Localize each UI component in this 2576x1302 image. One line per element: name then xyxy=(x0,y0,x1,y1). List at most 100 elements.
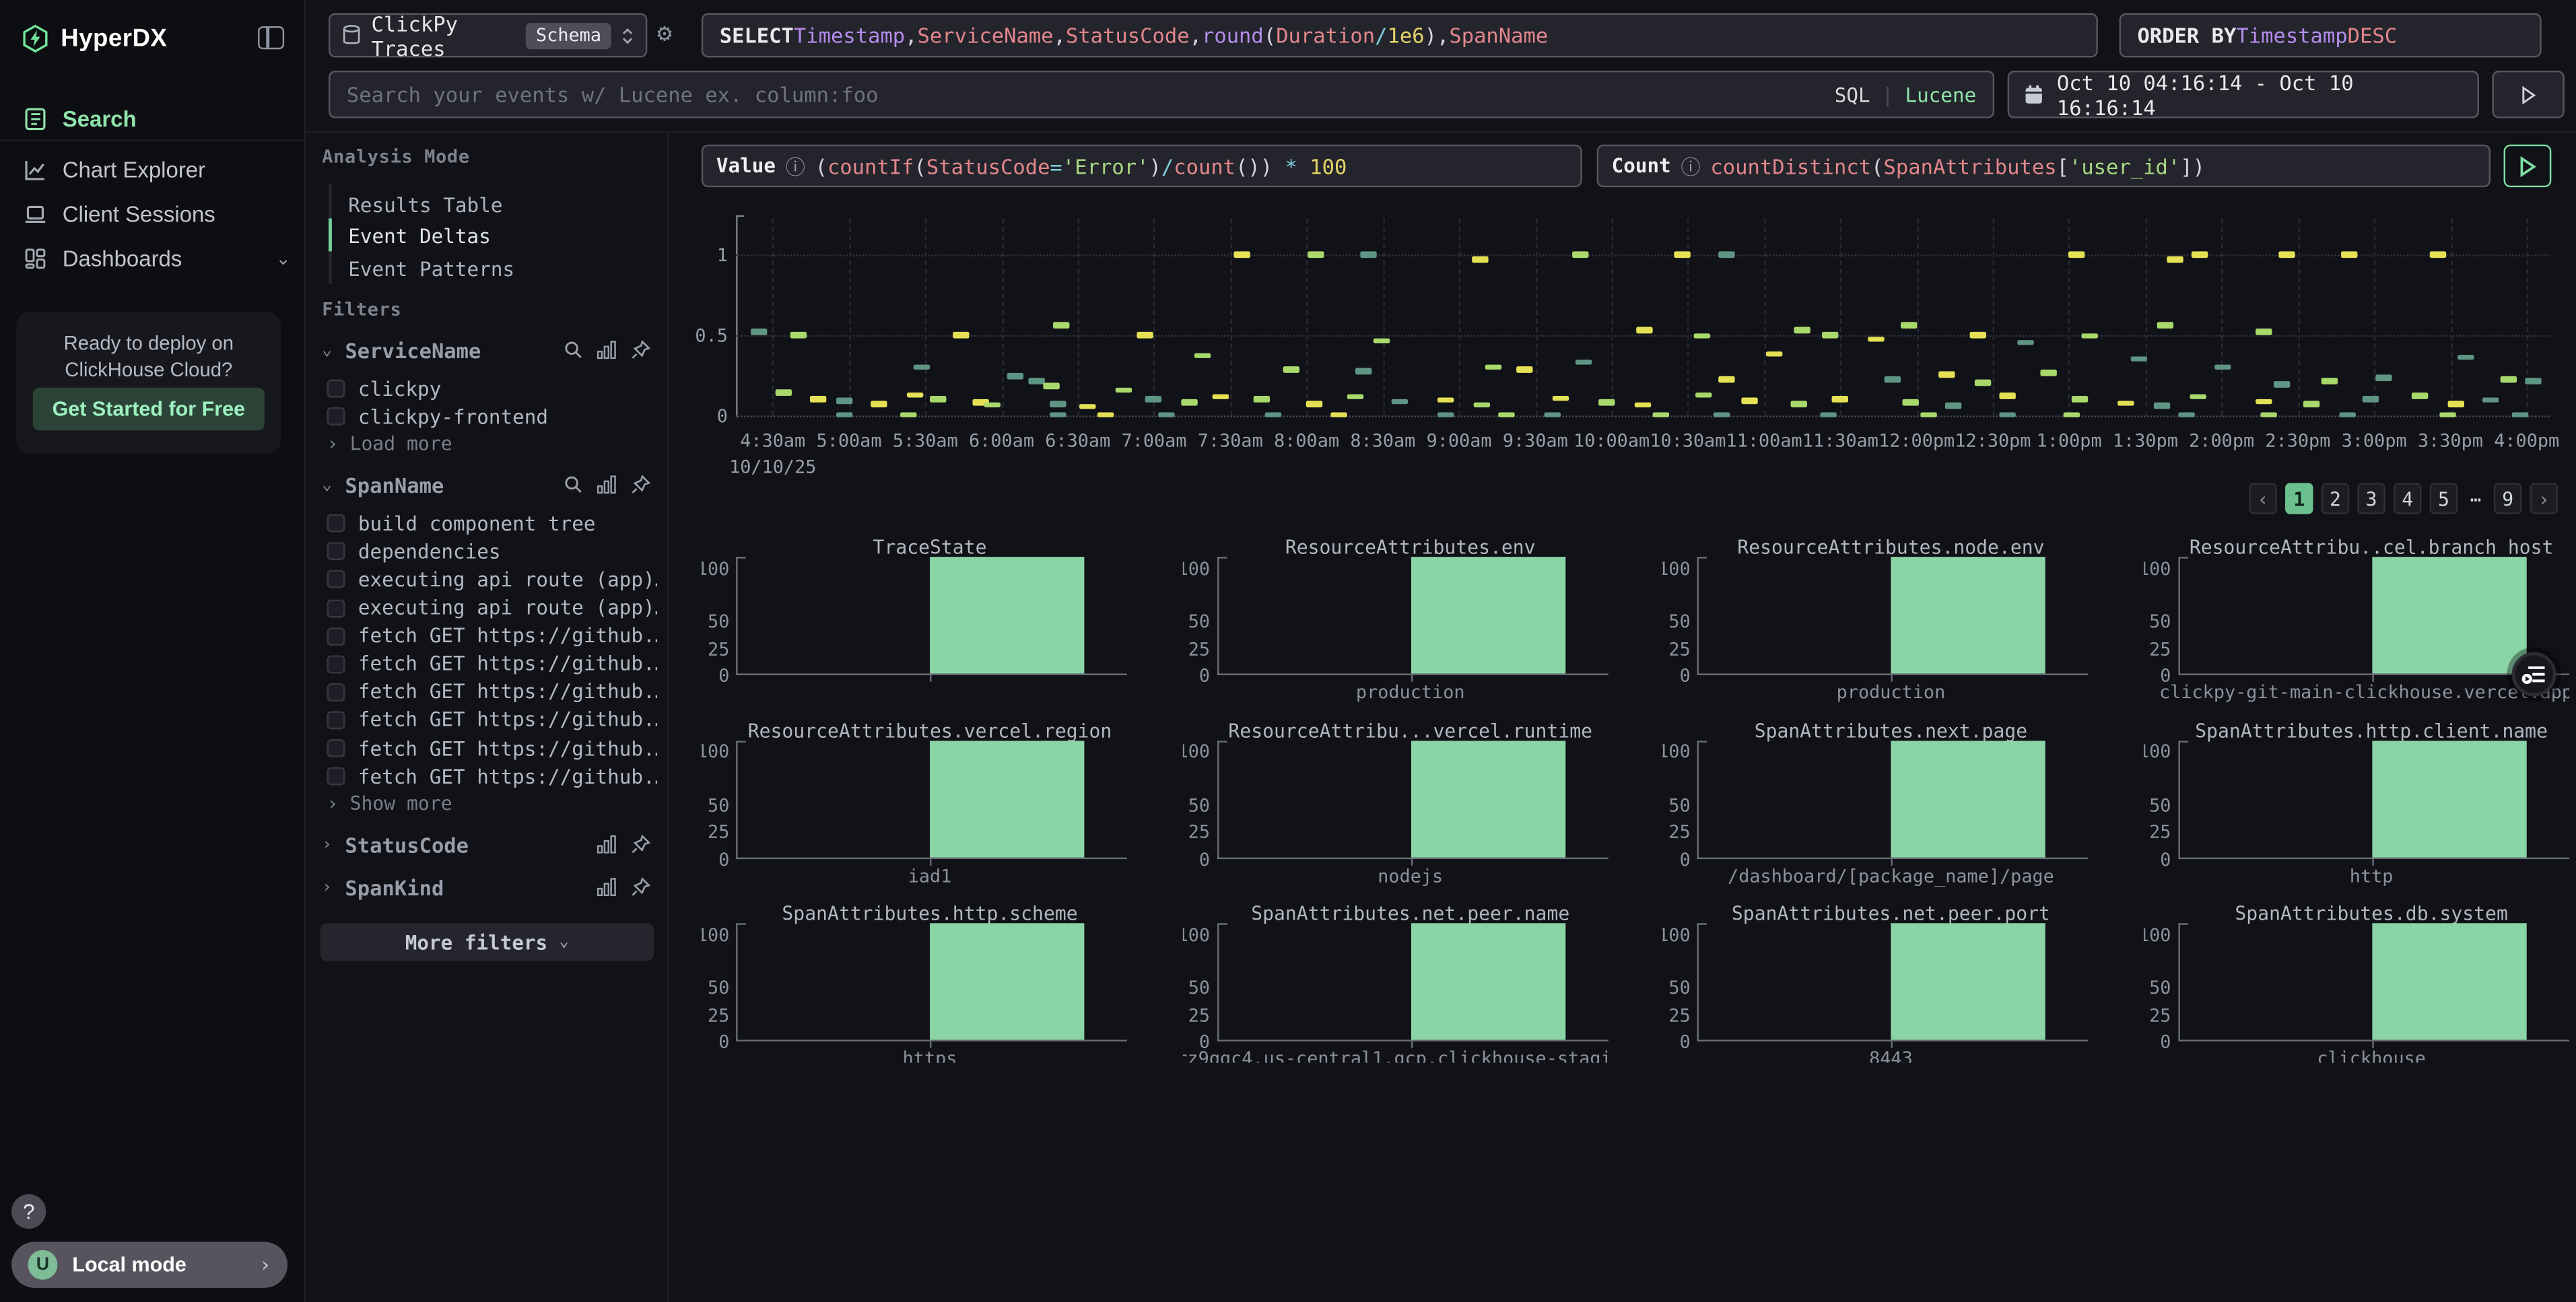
mini-chart-spanattributes-http-client-name[interactable]: SpanAttributes.http.client.name10050250h… xyxy=(2143,706,2569,889)
mini-y-tick-label: 0 xyxy=(2160,1031,2171,1053)
chart-dash xyxy=(871,401,887,407)
live-tail-button[interactable] xyxy=(2492,71,2564,118)
mini-chart-resourceattribu-cel-branch-host[interactable]: ResourceAttribu..cel.branch_host10050250… xyxy=(2143,522,2569,706)
sidebar-item-search[interactable]: Search xyxy=(23,100,291,137)
mini-y-tick-label: 100 xyxy=(1182,741,1210,763)
filter-checkbox[interactable] xyxy=(327,767,345,786)
more-filters-button[interactable]: More filters ⌄ xyxy=(320,924,654,961)
analysis-mode-item-results-table[interactable]: Results Table xyxy=(348,189,502,220)
filter-checkbox[interactable] xyxy=(327,627,345,645)
chart-dash xyxy=(2304,401,2320,407)
search-icon[interactable] xyxy=(564,475,583,495)
help-button[interactable]: ? xyxy=(11,1194,46,1229)
sql-toggle[interactable]: SQL xyxy=(1835,83,1870,106)
filter-item[interactable]: fetch GET https://github.… xyxy=(327,734,657,762)
bars-icon[interactable] xyxy=(597,835,618,854)
filter-checkbox[interactable] xyxy=(327,380,345,398)
analysis-mode-item-event-deltas[interactable]: Event Deltas xyxy=(348,221,491,252)
select-clause-input[interactable]: SELECT Timestamp, ServiceName, StatusCod… xyxy=(702,13,2098,58)
pin-icon[interactable] xyxy=(631,835,650,854)
filter-fab-button[interactable] xyxy=(2512,652,2556,697)
source-select[interactable]: ClickPy Traces Schema xyxy=(329,13,647,58)
page-button-9[interactable]: 9 xyxy=(2494,483,2521,514)
mini-x-tick xyxy=(1891,1041,1892,1048)
page-button-3[interactable]: 3 xyxy=(2357,483,2385,514)
mini-chart-title: SpanAttributes.next.page xyxy=(1697,719,2085,742)
mini-chart-spanattributes-next-page[interactable]: SpanAttributes.next.page10050250/dashboa… xyxy=(1662,706,2088,889)
event-deltas-chart[interactable]: 10.504:30am5:00am5:30am6:00am6:30am7:00a… xyxy=(702,197,2576,493)
sidebar-collapse-icon[interactable] xyxy=(258,26,284,49)
filter-section-header-spanname[interactable]: ⌄SpanName xyxy=(322,472,650,498)
mini-chart-spanattributes-http-scheme[interactable]: SpanAttributes.http.scheme10050250https xyxy=(702,889,1127,1063)
sidebar-item-dashboards[interactable]: Dashboards ⌄ xyxy=(23,240,291,276)
mini-chart-resourceattribu-vercel-runtime[interactable]: ResourceAttribu...vercel.runtime10050250… xyxy=(1182,706,1608,889)
bars-icon[interactable] xyxy=(597,877,618,897)
filter-item[interactable]: build component tree xyxy=(327,510,657,537)
pin-icon[interactable] xyxy=(631,475,650,495)
gear-icon[interactable]: ⚙ xyxy=(657,22,672,46)
filter-item[interactable]: clickpy-frontend xyxy=(327,403,657,430)
token: 1e6 xyxy=(1388,23,1425,48)
local-mode-menu[interactable]: U Local mode › xyxy=(11,1242,287,1288)
mini-chart-spanattributes-net-peer-name[interactable]: SpanAttributes.net.peer.name10050250z5nr… xyxy=(1182,889,1608,1063)
filter-item[interactable]: executing api route (app)… xyxy=(327,594,657,621)
filter-load-more-link[interactable]: ›Load more xyxy=(327,432,452,455)
filter-section-header-servicename[interactable]: ⌄ServiceName xyxy=(322,337,650,363)
mini-chart-tracestate[interactable]: TraceState10050250 xyxy=(702,522,1127,706)
mini-chart-plot: 10050250 xyxy=(1697,923,2085,1041)
filter-checkbox[interactable] xyxy=(327,739,345,757)
filter-item[interactable]: clickpy xyxy=(327,374,657,402)
filter-item-label: dependencies xyxy=(358,540,501,563)
filter-item[interactable]: dependencies xyxy=(327,538,657,566)
lucene-toggle[interactable]: Lucene xyxy=(1905,83,1977,106)
more-filters-label: More filters xyxy=(405,931,548,954)
search-icon[interactable] xyxy=(564,340,583,359)
page-button-2[interactable]: 2 xyxy=(2321,483,2349,514)
filter-checkbox[interactable] xyxy=(327,571,345,589)
page-prev-button[interactable]: ‹ xyxy=(2249,483,2276,514)
filter-item[interactable]: fetch GET https://github.… xyxy=(327,762,657,790)
mini-chart-resourceattributes-node-env[interactable]: ResourceAttributes.node.env10050250produ… xyxy=(1662,522,2088,706)
value-expression-input[interactable]: Value ⓘ (countIf(StatusCode='Error')/cou… xyxy=(702,145,1582,187)
bars-icon[interactable] xyxy=(597,475,618,495)
filter-item[interactable]: fetch GET https://github.… xyxy=(327,706,657,734)
filter-checkbox[interactable] xyxy=(327,543,345,561)
filter-checkbox[interactable] xyxy=(327,655,345,673)
page-next-button[interactable]: › xyxy=(2530,483,2558,514)
filter-checkbox[interactable] xyxy=(327,407,345,425)
date-range-picker[interactable]: Oct 10 04:16:14 - Oct 10 16:16:14 xyxy=(2008,71,2479,118)
chart-dash xyxy=(2261,412,2277,418)
count-expression-input[interactable]: Count ⓘ countDistinct(SpanAttributes['us… xyxy=(1597,145,2490,187)
mini-chart-spanattributes-net-peer-port[interactable]: SpanAttributes.net.peer.port100502508443 xyxy=(1662,889,2088,1063)
filter-show-more-link[interactable]: ›Show more xyxy=(327,792,452,815)
analysis-mode-item-event-patterns[interactable]: Event Patterns xyxy=(348,253,514,284)
filter-item[interactable]: fetch GET https://github.… xyxy=(327,650,657,677)
run-query-button[interactable] xyxy=(2504,145,2552,187)
mini-chart-resourceattributes-vercel-region[interactable]: ResourceAttributes.vercel.region10050250… xyxy=(702,706,1127,889)
filter-item[interactable]: executing api route (app)… xyxy=(327,566,657,593)
token: = xyxy=(1050,153,1062,178)
mini-bar xyxy=(1411,740,1565,856)
filter-checkbox[interactable] xyxy=(327,598,345,617)
pin-icon[interactable] xyxy=(631,877,650,897)
filter-item[interactable]: fetch GET https://github.… xyxy=(327,622,657,650)
filter-checkbox[interactable] xyxy=(327,514,345,533)
sidebar-item-chart-explorer[interactable]: Chart Explorer xyxy=(23,151,291,187)
orderby-clause-input[interactable]: ORDER BY Timestamp DESC xyxy=(2120,13,2542,58)
filter-section-header-spankind[interactable]: ›SpanKind xyxy=(322,875,650,901)
page-button-4[interactable]: 4 xyxy=(2394,483,2421,514)
filter-item[interactable]: fetch GET https://github.… xyxy=(327,678,657,706)
mini-chart-plot: 10050250 xyxy=(1217,923,1604,1041)
search-input[interactable]: Search your events w/ Lucene ex. column:… xyxy=(329,71,1994,118)
sidebar-item-client-sessions[interactable]: Client Sessions xyxy=(23,195,291,232)
page-button-5[interactable]: 5 xyxy=(2430,483,2458,514)
page-button-1[interactable]: 1 xyxy=(2285,483,2313,514)
pin-icon[interactable] xyxy=(631,340,650,359)
mini-chart-spanattributes-db-system[interactable]: SpanAttributes.db.system10050250clickhou… xyxy=(2143,889,2569,1063)
get-started-button[interactable]: Get Started for Free xyxy=(33,388,265,430)
filter-section-header-statuscode[interactable]: ›StatusCode xyxy=(322,831,650,858)
mini-chart-resourceattributes-env[interactable]: ResourceAttributes.env10050250production xyxy=(1182,522,1608,706)
filter-checkbox[interactable] xyxy=(327,711,345,729)
bars-icon[interactable] xyxy=(597,340,618,359)
filter-checkbox[interactable] xyxy=(327,683,345,701)
